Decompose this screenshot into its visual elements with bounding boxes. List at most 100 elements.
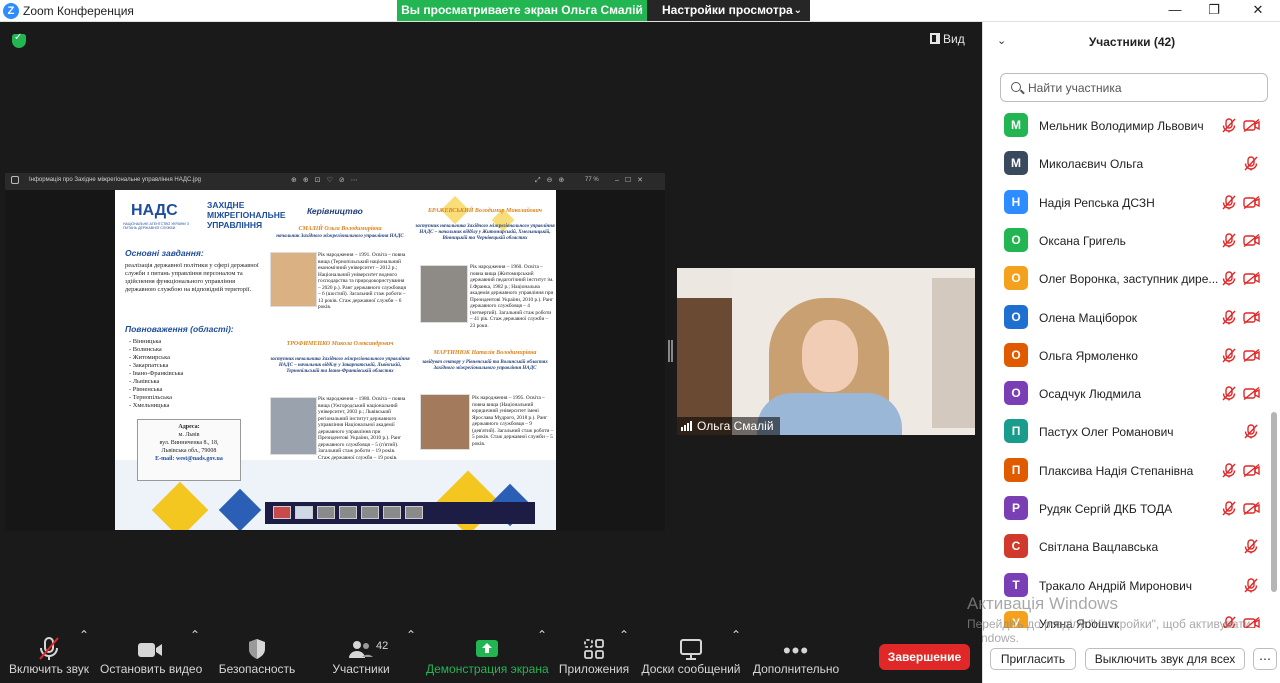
- share-screen-icon: [426, 628, 548, 662]
- invite-button[interactable]: Пригласить: [990, 648, 1076, 670]
- participant-row[interactable]: М Миколаєвич Ольга: [983, 146, 1273, 184]
- apps-options-caret-icon[interactable]: ⌃: [619, 628, 629, 683]
- audio-options-caret-icon[interactable]: ⌃: [79, 628, 89, 683]
- security-shield-icon: [218, 628, 296, 662]
- search-input[interactable]: [1028, 78, 1258, 98]
- person-position: заступник начальника Західного міжрегіон…: [415, 224, 555, 241]
- video-options-caret-icon[interactable]: ⌃: [190, 628, 200, 683]
- participant-row[interactable]: С Світлана Вацлавська: [983, 529, 1273, 567]
- region-item: - Хмельницька: [129, 402, 170, 409]
- unmute-button[interactable]: Включить звук: [8, 628, 90, 683]
- video-off-icon: [1243, 233, 1260, 247]
- participant-row[interactable]: Т Тракало Андрій Миронович: [983, 568, 1273, 606]
- participant-row[interactable]: О Олена Маціборок: [983, 300, 1273, 338]
- participant-row[interactable]: П Пастух Олег Романович: [983, 414, 1273, 452]
- end-meeting-button[interactable]: Завершение: [879, 644, 970, 670]
- nads-logo: НАДС НАЦІОНАЛЬНЕ АГЕНТСТВО УКРАЇНИ З ПИТ…: [123, 200, 203, 232]
- video-off-icon: [1243, 463, 1260, 477]
- video-background: [932, 278, 975, 428]
- region-item: - Івано-Франківська: [129, 370, 184, 377]
- main-tasks-text: реалізація державної політики у сфері де…: [125, 262, 259, 293]
- thumbnail[interactable]: [383, 506, 401, 519]
- thumbnail[interactable]: [339, 506, 357, 519]
- avatar: Т: [1004, 572, 1028, 597]
- view-label: Вид: [943, 32, 965, 46]
- person-photo: [270, 252, 317, 307]
- avatar: О: [1004, 266, 1028, 291]
- participant-row[interactable]: О Олег Воронка, заступник дире...: [983, 261, 1273, 299]
- scrollbar-thumb[interactable]: [1271, 412, 1277, 592]
- view-button[interactable]: Вид: [930, 32, 965, 46]
- participant-name: Олег Воронка, заступник дире...: [1039, 272, 1219, 287]
- participant-row[interactable]: М Мельник Володимир Львович: [983, 108, 1273, 146]
- split-handle[interactable]: [668, 340, 673, 362]
- thumbnail[interactable]: [273, 506, 291, 519]
- maximize-icon[interactable]: ❐: [1204, 2, 1224, 18]
- participant-row[interactable]: О Оксана Григель: [983, 223, 1273, 261]
- mute-all-button[interactable]: Выключить звук для всех: [1085, 648, 1245, 670]
- speaker-video-tile[interactable]: Ольга Смалій: [677, 268, 975, 435]
- whiteboards-button[interactable]: Доски сообщений: [640, 628, 742, 683]
- participant-list-scrollbar[interactable]: [1271, 112, 1277, 592]
- mic-muted-icon: [1222, 309, 1236, 325]
- person-name: МАРТИНЮК Наталія Володимирівна: [433, 350, 537, 356]
- participants-label: Участники: [332, 662, 390, 676]
- participant-row[interactable]: О Ольга Ярмоленко: [983, 338, 1273, 376]
- close-icon[interactable]: ✕: [1248, 2, 1268, 18]
- more-label: Дополнительно: [752, 662, 840, 676]
- participants-options-caret-icon[interactable]: ⌃: [406, 628, 416, 683]
- whiteboards-label: Доски сообщений: [641, 662, 741, 676]
- participant-name: Рудяк Сергій ДКБ ТОДА: [1039, 502, 1173, 516]
- participant-row[interactable]: Р Рудяк Сергій ДКБ ТОДА: [983, 491, 1273, 529]
- whiteboards-options-caret-icon[interactable]: ⌃: [731, 628, 741, 683]
- mic-muted-icon: [1222, 462, 1236, 478]
- thumbnail[interactable]: [317, 506, 335, 519]
- window-title: Zoom Конференция: [23, 4, 134, 18]
- avatar: М: [1004, 113, 1028, 137]
- thumbnail[interactable]: [405, 506, 423, 519]
- participants-count: 42: [376, 640, 389, 652]
- view-settings-button[interactable]: Настройки просмотра ⌄: [647, 0, 810, 21]
- address-box: Адреса: м. Львів вул. Винниченка 8., 18,…: [137, 419, 241, 481]
- avatar: О: [1004, 342, 1028, 367]
- document-thumbnail-strip: [265, 502, 535, 524]
- person-name: БРАЖЕВСЬКИЙ Володимир Миколайович: [428, 208, 542, 214]
- minimize-icon[interactable]: —: [1165, 2, 1185, 17]
- video-background: [677, 298, 732, 435]
- participant-row[interactable]: Н Надія Репська ДСЗН: [983, 185, 1273, 223]
- participants-button[interactable]: 42 Участники: [326, 628, 396, 683]
- thumbnail[interactable]: [361, 506, 379, 519]
- thumbnail[interactable]: [295, 506, 313, 519]
- share-options-caret-icon[interactable]: ⌃: [537, 628, 547, 683]
- region-item: - Волинська: [129, 346, 162, 353]
- person-position: завідувач сектору у Рівненській та Волин…: [422, 360, 548, 371]
- more-options-button[interactable]: ⋯: [1253, 648, 1277, 670]
- participant-search[interactable]: [1000, 73, 1268, 102]
- security-button[interactable]: Безопасность: [218, 628, 296, 683]
- region-item: - Львівська: [129, 378, 160, 385]
- avatar: П: [1004, 419, 1028, 444]
- app-icon: [11, 176, 19, 184]
- participant-row[interactable]: О Осадчук Людмила: [983, 376, 1273, 414]
- more-button[interactable]: ••• Дополнительно: [750, 628, 842, 683]
- person-position: заступник начальника Західного міжрегіон…: [270, 357, 410, 374]
- participant-row[interactable]: П Плаксива Надія Степанівна: [983, 453, 1273, 491]
- stop-video-button[interactable]: Остановить видео: [100, 628, 202, 683]
- participants-panel: ⌄ Участники (42) ММельник Володимир Льво…: [982, 22, 1280, 683]
- mic-muted-icon: [1244, 424, 1258, 439]
- share-screen-button[interactable]: Демонстрация экрана: [426, 628, 549, 683]
- participant-row[interactable]: У Уляна Ярощук: [983, 606, 1273, 628]
- avatar: О: [1004, 304, 1028, 329]
- nads-logo-subtext: НАЦІОНАЛЬНЕ АГЕНТСТВО УКРАЇНИ З ПИТАНЬ Д…: [123, 222, 190, 230]
- participant-name: Олена Маціборок: [1039, 310, 1137, 325]
- powers-title: Повноваження (області):: [125, 324, 234, 334]
- video-off-icon: [1243, 272, 1260, 286]
- region-item: - Тернопільська: [129, 394, 172, 401]
- mic-muted-icon: [1222, 616, 1236, 628]
- participant-name: Плаксива Надія Степанівна: [1039, 463, 1194, 478]
- address-line: м. Львів: [178, 432, 200, 438]
- person-position: начальник Західного міжрегіонального упр…: [276, 234, 404, 239]
- encryption-shield-icon[interactable]: [12, 32, 26, 48]
- participant-name: Тракало Андрій Миронович: [1039, 578, 1193, 593]
- region-item: - Закарпатська: [129, 362, 169, 369]
